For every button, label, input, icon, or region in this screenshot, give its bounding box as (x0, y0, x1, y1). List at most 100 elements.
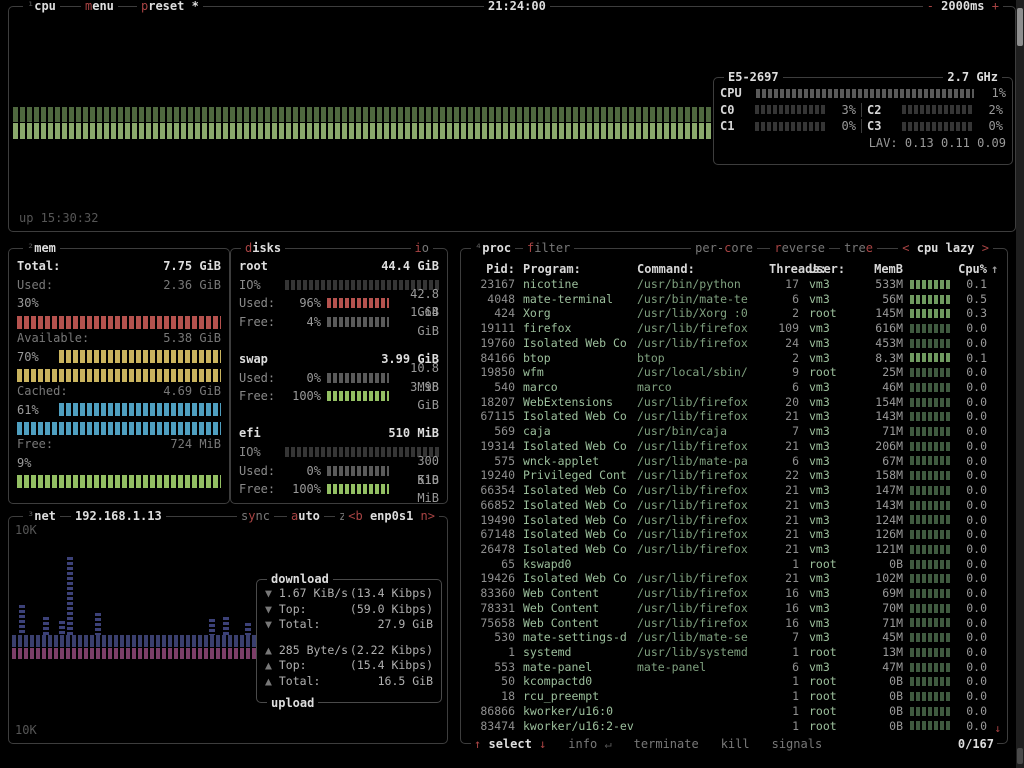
signals-button[interactable]: signals (768, 737, 826, 751)
col-threads[interactable]: Threads: (769, 261, 827, 277)
proc-cpu: 0.0 (966, 600, 987, 615)
terminal-scrollbar[interactable] (1016, 0, 1024, 768)
proc-row[interactable]: 67115 Isolated Web Co /usr/lib/firefox 2… (461, 409, 1007, 424)
proc-row[interactable]: 19426 Isolated Web Co /usr/lib/firefox 2… (461, 571, 1007, 586)
proc-row[interactable]: 66852 Isolated Web Co /usr/lib/firefox 2… (461, 498, 1007, 513)
disk-efi-free-pct: 100% (292, 482, 321, 497)
iface-prev-button[interactable]: <b (348, 509, 362, 523)
kill-button[interactable]: kill (717, 737, 753, 751)
mem-box-title: ²mem (23, 241, 60, 255)
proc-row[interactable]: 50 kcompactd0 1 root 0B 0.0 (461, 674, 1007, 689)
proc-row[interactable]: 18 rcu_preempt 1 root 0B 0.0 (461, 689, 1007, 704)
proc-cpu-meter (910, 427, 950, 437)
proc-mem: 0B (889, 718, 903, 733)
proc-threads: 2 (792, 350, 799, 365)
col-memb[interactable]: MemB (857, 261, 903, 277)
reverse-toggle[interactable]: reverse (770, 241, 829, 255)
proc-cpu: 0.0 (966, 571, 987, 586)
download-total-row: ▼ Total: 27.9 GiB (265, 617, 433, 631)
tree-toggle[interactable]: tree (840, 241, 877, 255)
scrollbar-thumb[interactable] (1017, 8, 1023, 46)
proc-row[interactable]: 19111 firefox /usr/lib/firefox 109 vm3 6… (461, 321, 1007, 336)
proc-cpu-meter (910, 706, 950, 716)
proc-row[interactable]: 1 systemd /usr/lib/systemd 1 root 13M 0.… (461, 645, 1007, 660)
proc-cpu-meter (910, 618, 950, 628)
proc-mem: 158M (875, 468, 903, 483)
proc-row[interactable]: 84166 btop btop 2 vm3 8.3M 0.1 (461, 351, 1007, 366)
down-arrow-icon: ▼ (265, 601, 272, 616)
auto-button[interactable]: auto (287, 509, 324, 523)
proc-pid: 83474 (480, 718, 515, 733)
interval-plus-button[interactable]: + (992, 0, 999, 13)
proc-row[interactable]: 575 wnck-applet /usr/lib/mate-pa 6 vm3 6… (461, 454, 1007, 469)
terminate-button[interactable]: terminate (630, 737, 702, 751)
proc-cpu: 0.0 (966, 380, 987, 395)
proc-row[interactable]: 19850 wfm /usr/local/sbin/ 9 root 25M 0.… (461, 365, 1007, 380)
proc-cpu-meter (910, 633, 950, 643)
proc-row[interactable]: 67148 Isolated Web Co /usr/lib/firefox 2… (461, 527, 1007, 542)
scrollbar-bottom-arrow[interactable] (1017, 748, 1023, 764)
iface-next-button[interactable]: n> (421, 509, 435, 523)
proc-pid: 67115 (480, 409, 515, 424)
proc-row[interactable]: 569 caja /usr/bin/caja 7 vm3 71M 0.0 (461, 424, 1007, 439)
proc-program: Isolated Web Co (523, 335, 627, 350)
col-pid[interactable]: Pid: (469, 261, 515, 277)
interval-minus-button[interactable]: - (927, 0, 934, 13)
disk-root-free-pct: 4% (306, 314, 321, 329)
proc-row[interactable]: 78331 Web Content /usr/lib/firefox 16 vm… (461, 601, 1007, 616)
mem-box: ²mem Total: 7.75 GiB Used: 2.36 GiB 30% Av… (8, 241, 230, 504)
proc-row[interactable]: 23167 nicotine /usr/bin/python 17 vm3 53… (461, 277, 1007, 292)
proc-row[interactable]: 65 kswapd0 1 root 0B 0.0 (461, 557, 1007, 572)
io-toggle-button[interactable]: io (410, 241, 433, 255)
per-core-toggle[interactable]: per-core (691, 241, 757, 255)
proc-command: /usr/lib/mate-se (637, 630, 748, 645)
proc-row[interactable]: 66354 Isolated Web Co /usr/lib/firefox 2… (461, 483, 1007, 498)
proc-mem: 0B (889, 703, 903, 718)
proc-cpu-meter (910, 397, 950, 407)
proc-row[interactable]: 19490 Isolated Web Co /usr/lib/firefox 2… (461, 513, 1007, 528)
proc-mem: 126M (875, 527, 903, 542)
disk-root-free-meter (327, 317, 389, 328)
proc-cpu: 0.1 (966, 277, 987, 291)
menu-button[interactable]: menu (81, 0, 118, 13)
sync-button[interactable]: sync (237, 509, 274, 523)
proc-mem: 533M (875, 277, 903, 291)
cpu-frequency: 2.7 GHz (943, 70, 1002, 84)
proc-row[interactable]: 540 marco marco 6 vm3 46M 0.0 (461, 380, 1007, 395)
proc-row[interactable]: 4048 mate-terminal /usr/bin/mate-te 6 vm… (461, 292, 1007, 307)
proc-row[interactable]: 19314 Isolated Web Co /usr/lib/firefox 2… (461, 439, 1007, 454)
load-average: 0.13 0.11 0.09 (904, 135, 1006, 150)
mem-cached-meter-2 (17, 422, 221, 436)
col-command[interactable]: Command: (637, 261, 769, 277)
proc-row[interactable]: 553 mate-panel mate-panel 6 vm3 47M 0.0 (461, 660, 1007, 675)
proc-row[interactable]: 86866 kworker/u16:0 1 root 0B 0.0 (461, 704, 1007, 719)
preset-button[interactable]: preset * (137, 0, 203, 13)
proc-row[interactable]: 26478 Isolated Web Co /usr/lib/firefox 2… (461, 542, 1007, 557)
sort-next-button[interactable]: > (982, 241, 989, 255)
proc-row[interactable]: 19760 Isolated Web Co /usr/lib/firefox 2… (461, 336, 1007, 351)
proc-row[interactable]: 19240 Privileged Cont /usr/lib/firefox 2… (461, 468, 1007, 483)
info-button[interactable]: info ↵ (565, 737, 615, 751)
col-cpu[interactable]: Cpu% (957, 261, 987, 277)
cpu-box-title: ¹cpu (23, 0, 60, 13)
mem-available-row: Available: 5.38 GiB (9, 329, 229, 348)
proc-user: vm3 (809, 659, 830, 674)
proc-row[interactable]: 18207 WebExtensions /usr/lib/firefox 20 … (461, 395, 1007, 410)
net-stats-box: download ▼ 1.67 KiB/s (13.4 Kibps) ▼ Top:… (256, 572, 442, 710)
col-user[interactable]: User: (799, 261, 857, 277)
download-scale: 10K (15, 523, 37, 537)
ip-address: 192.168.1.13 (71, 509, 166, 523)
proc-row[interactable]: 83474 kworker/u16:2-ev 1 root 0B 0.0 (461, 719, 1007, 734)
core-c2-meter (902, 105, 972, 115)
col-program[interactable]: Program: (515, 261, 637, 277)
proc-cpu: 0.0 (966, 674, 987, 689)
select-control[interactable]: ↑ select ↓ (471, 737, 550, 751)
filter-button[interactable]: filter (523, 241, 575, 255)
sort-prev-button[interactable]: < (902, 241, 909, 255)
proc-row[interactable]: 83360 Web Content /usr/lib/firefox 16 vm… (461, 586, 1007, 601)
proc-row[interactable]: 75658 Web Content /usr/lib/firefox 16 vm… (461, 616, 1007, 631)
proc-user: root (809, 674, 837, 689)
mem-free-meter (17, 475, 221, 489)
proc-row[interactable]: 424 Xorg /usr/lib/Xorg :0 2 root 145M 0.… (461, 306, 1007, 321)
proc-row[interactable]: 530 mate-settings-d /usr/lib/mate-se 7 v… (461, 630, 1007, 645)
